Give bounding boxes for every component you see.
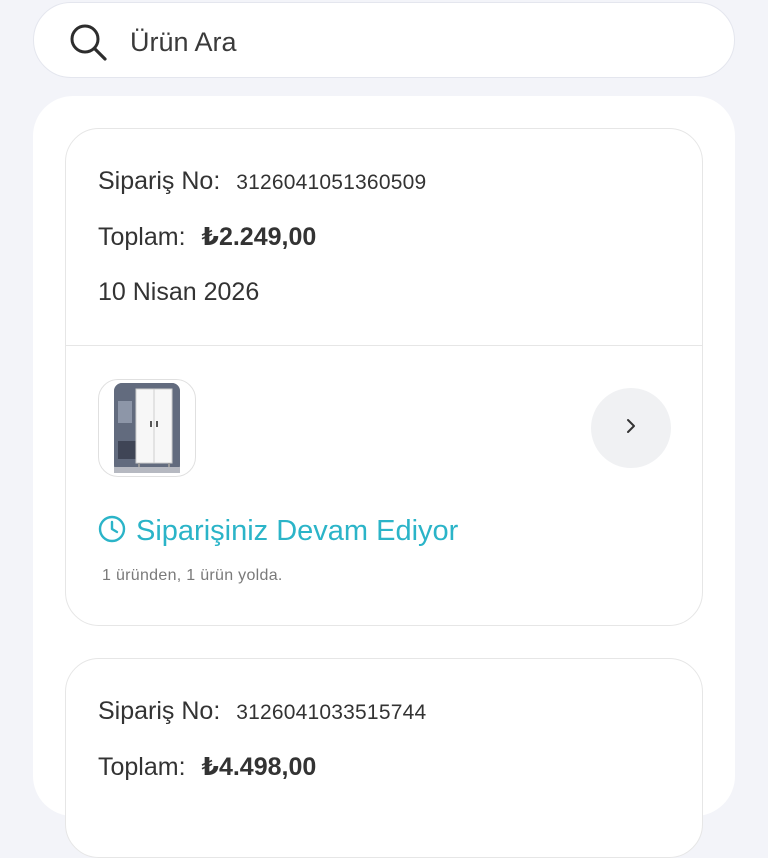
order-number-row: Sipariş No: 3126041033515744 xyxy=(98,697,426,726)
clock-icon xyxy=(98,515,126,548)
order-total-value: ₺2.249,00 xyxy=(201,223,317,251)
order-number-row: Sipariş No: 3126041051360509 xyxy=(98,167,426,196)
order-date-row: 10 Nisan 2026 xyxy=(98,278,259,307)
order-number-label: Sipariş No: xyxy=(98,697,221,725)
search-bar[interactable] xyxy=(33,2,735,78)
product-thumbnail[interactable] xyxy=(98,379,196,477)
order-number-value: 3126041051360509 xyxy=(236,171,427,194)
card-divider xyxy=(66,345,702,346)
order-total-row: Toplam: ₺4.498,00 xyxy=(98,752,316,782)
order-status-text: Siparişiniz Devam Ediyor xyxy=(136,515,459,547)
search-input[interactable] xyxy=(130,23,690,61)
order-card[interactable]: Sipariş No: 3126041033515744 Toplam: ₺4.… xyxy=(65,658,703,858)
wardrobe-image xyxy=(114,383,180,473)
orders-panel: Sipariş No: 3126041051360509 Toplam: ₺2.… xyxy=(33,96,735,858)
order-number-value: 3126041033515744 xyxy=(236,701,427,724)
order-status-detail: 1 üründen, 1 ürün yolda. xyxy=(102,567,283,584)
order-number-label: Sipariş No: xyxy=(98,167,221,195)
order-date: 10 Nisan 2026 xyxy=(98,278,260,306)
order-total-row: Toplam: ₺2.249,00 xyxy=(98,222,316,252)
order-status: Siparişiniz Devam Ediyor xyxy=(98,515,458,548)
order-total-label: Toplam: xyxy=(98,223,186,251)
order-detail-button[interactable] xyxy=(591,388,671,468)
chevron-right-icon xyxy=(624,416,638,441)
order-total-value: ₺4.498,00 xyxy=(201,753,317,781)
search-icon[interactable] xyxy=(68,22,108,62)
order-card[interactable]: Sipariş No: 3126041051360509 Toplam: ₺2.… xyxy=(65,128,703,626)
